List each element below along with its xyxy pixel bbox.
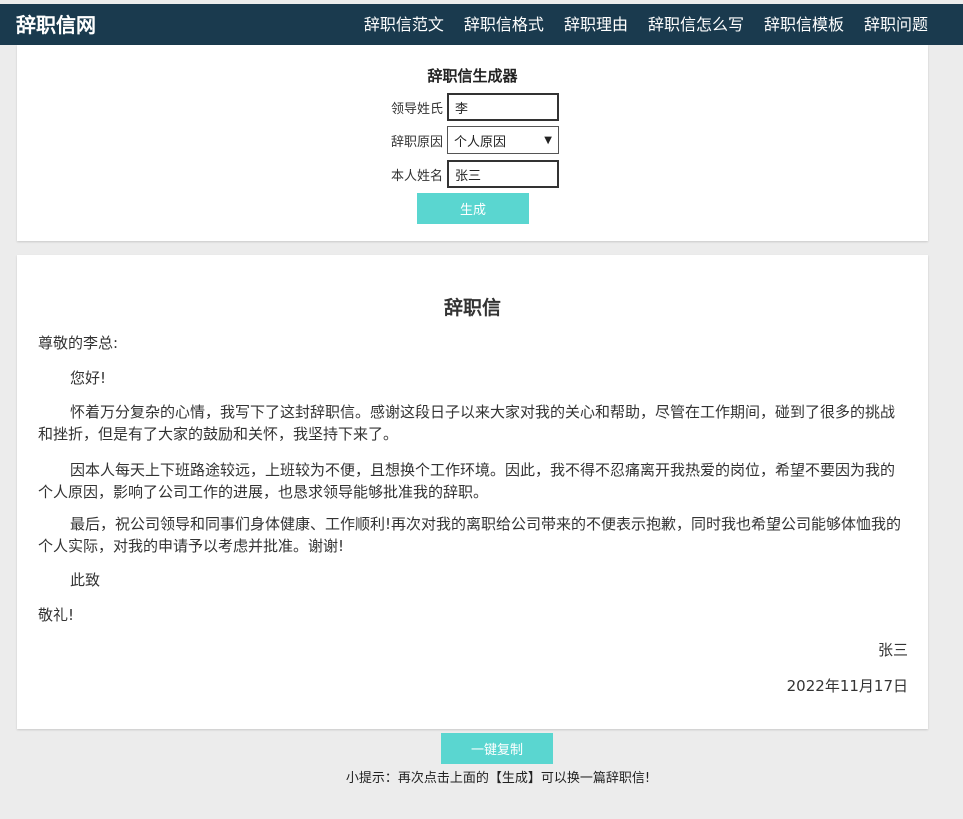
chevron-down-icon: ▼ [544, 134, 552, 146]
nav-link-templates[interactable]: 辞职信模板 [764, 4, 844, 45]
top-bar: 辞职信网 辞职信范文 辞职信格式 辞职理由 辞职信怎么写 辞职信模板 辞职问题 [0, 4, 963, 45]
nav-link-how-to-write[interactable]: 辞职信怎么写 [648, 4, 744, 45]
letter-closing: 此致 [70, 571, 101, 589]
letter-paragraph-1: 怀着万分复杂的心情，我写下了这封辞职信。感谢这段日子以来大家对我的关心和帮助，尽… [38, 403, 896, 443]
tip-text: 小提示：再次点击上面的【生成】可以换一篇辞职信! [345, 771, 651, 786]
nav-link-questions[interactable]: 辞职问题 [864, 4, 928, 45]
letter-greeting: 尊敬的李总: [38, 334, 119, 352]
nav-link-format[interactable]: 辞职信格式 [464, 4, 544, 45]
reason-selected-value: 个人原因 [454, 134, 507, 150]
nav-link-samples[interactable]: 辞职信范文 [364, 4, 444, 45]
generator-panel: 辞职信生成器 领导姓氏 辞职原因 个人原因 ▼ 本人姓名 生成 [17, 45, 928, 241]
main-nav: 辞职信范文 辞职信格式 辞职理由 辞职信怎么写 辞职信模板 辞职问题 [344, 4, 928, 45]
letter-signature: 张三 [877, 641, 908, 659]
letter-regards: 敬礼! [38, 606, 75, 624]
reason-row: 辞职原因 个人原因 ▼ [385, 126, 559, 154]
generator-title: 辞职信生成器 [427, 67, 518, 85]
reason-label: 辞职原因 [390, 134, 443, 150]
nav-link-reasons[interactable]: 辞职理由 [564, 4, 628, 45]
letter-panel: 辞职信 尊敬的李总: 您好! 怀着万分复杂的心情，我写下了这封辞职信。感谢这段日… [17, 255, 928, 729]
reason-select[interactable]: 个人原因 ▼ [447, 126, 559, 154]
letter-date: 2022年11月17日 [786, 677, 908, 695]
letter-paragraph-3: 最后，祝公司领导和同事们身体健康、工作顺利!再次对我的离职给公司带来的不便表示抱… [38, 515, 902, 555]
copy-button[interactable]: 一键复制 [441, 733, 553, 764]
letter-hello: 您好! [70, 369, 107, 387]
name-label: 本人姓名 [390, 168, 443, 184]
letter-title: 辞职信 [443, 297, 501, 319]
site-logo[interactable]: 辞职信网 [16, 12, 96, 38]
name-row: 本人姓名 [385, 160, 559, 188]
leader-label: 领导姓氏 [390, 101, 443, 117]
generate-button[interactable]: 生成 [417, 193, 529, 224]
letter-paragraph-2: 因本人每天上下班路途较远，上班较为不便，且想换个工作环境。因此，我不得不忍痛离开… [38, 461, 896, 501]
leader-row: 领导姓氏 [385, 93, 559, 121]
leader-surname-input[interactable] [447, 93, 559, 121]
own-name-input[interactable] [447, 160, 559, 188]
